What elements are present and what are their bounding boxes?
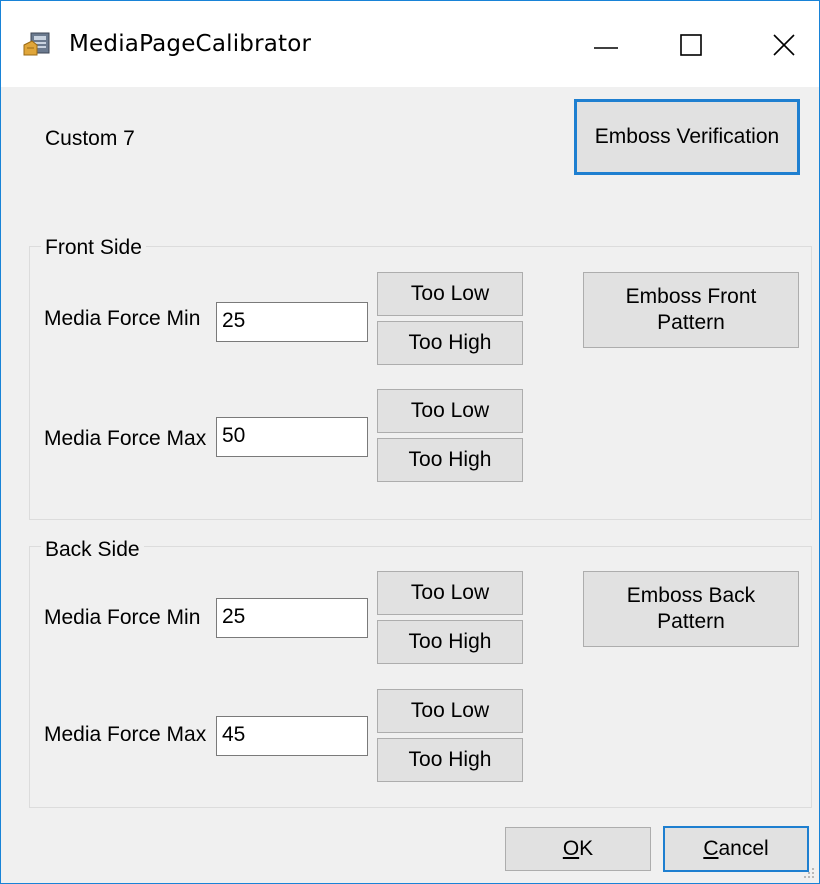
back-media-force-min-input[interactable]: 25 xyxy=(216,598,368,638)
ok-mnemonic: O xyxy=(562,837,580,860)
emboss-front-pattern-line2: Pattern xyxy=(657,311,725,334)
ok-label-rest: K xyxy=(579,837,594,860)
ok-button[interactable]: OK xyxy=(505,827,651,871)
close-button[interactable] xyxy=(756,17,812,73)
emboss-verification-button[interactable]: Emboss Verification xyxy=(574,99,800,175)
close-icon xyxy=(773,34,795,56)
maximize-icon xyxy=(680,34,702,56)
cancel-mnemonic: C xyxy=(703,837,719,860)
back-max-too-high-button[interactable]: Too High xyxy=(377,738,523,782)
emboss-back-pattern-line1: Emboss Back xyxy=(626,584,756,607)
cancel-label-rest: ancel xyxy=(718,837,769,860)
front-max-too-low-button[interactable]: Too Low xyxy=(377,389,523,433)
front-media-force-min-input[interactable]: 25 xyxy=(216,302,368,342)
back-side-group-title: Back Side xyxy=(41,537,144,563)
front-min-too-high-button[interactable]: Too High xyxy=(377,321,523,365)
calibrator-app-icon xyxy=(23,32,50,56)
maximize-button[interactable] xyxy=(663,17,719,73)
window-title: MediaPageCalibrator xyxy=(69,31,312,57)
back-media-force-max-label: Media Force Max xyxy=(44,723,207,746)
emboss-back-pattern-button[interactable]: Emboss Back Pattern xyxy=(583,571,799,647)
media-page-calibrator-window: MediaPageCalibrator Custom 7 Emboss Veri… xyxy=(0,0,820,884)
front-min-too-low-button[interactable]: Too Low xyxy=(377,272,523,316)
title-bar[interactable]: MediaPageCalibrator xyxy=(1,1,819,87)
front-media-force-max-label: Media Force Max xyxy=(44,427,207,450)
minimize-icon xyxy=(594,47,618,49)
back-max-too-low-button[interactable]: Too Low xyxy=(377,689,523,733)
emboss-front-pattern-line1: Emboss Front xyxy=(625,285,757,308)
front-media-force-max-input[interactable]: 50 xyxy=(216,417,368,457)
back-min-too-high-button[interactable]: Too High xyxy=(377,620,523,664)
front-side-group-title: Front Side xyxy=(41,235,146,261)
front-max-too-high-button[interactable]: Too High xyxy=(377,438,523,482)
profile-label: Custom 7 xyxy=(45,127,135,150)
back-media-force-min-label: Media Force Min xyxy=(44,606,201,629)
resize-grip-icon[interactable] xyxy=(801,865,815,879)
minimize-button[interactable] xyxy=(578,17,634,73)
emboss-front-pattern-button[interactable]: Emboss Front Pattern xyxy=(583,272,799,348)
back-min-too-low-button[interactable]: Too Low xyxy=(377,571,523,615)
cancel-button[interactable]: Cancel xyxy=(663,826,809,872)
emboss-back-pattern-line2: Pattern xyxy=(657,610,725,633)
front-media-force-min-label: Media Force Min xyxy=(44,307,201,330)
back-media-force-max-input[interactable]: 45 xyxy=(216,716,368,756)
